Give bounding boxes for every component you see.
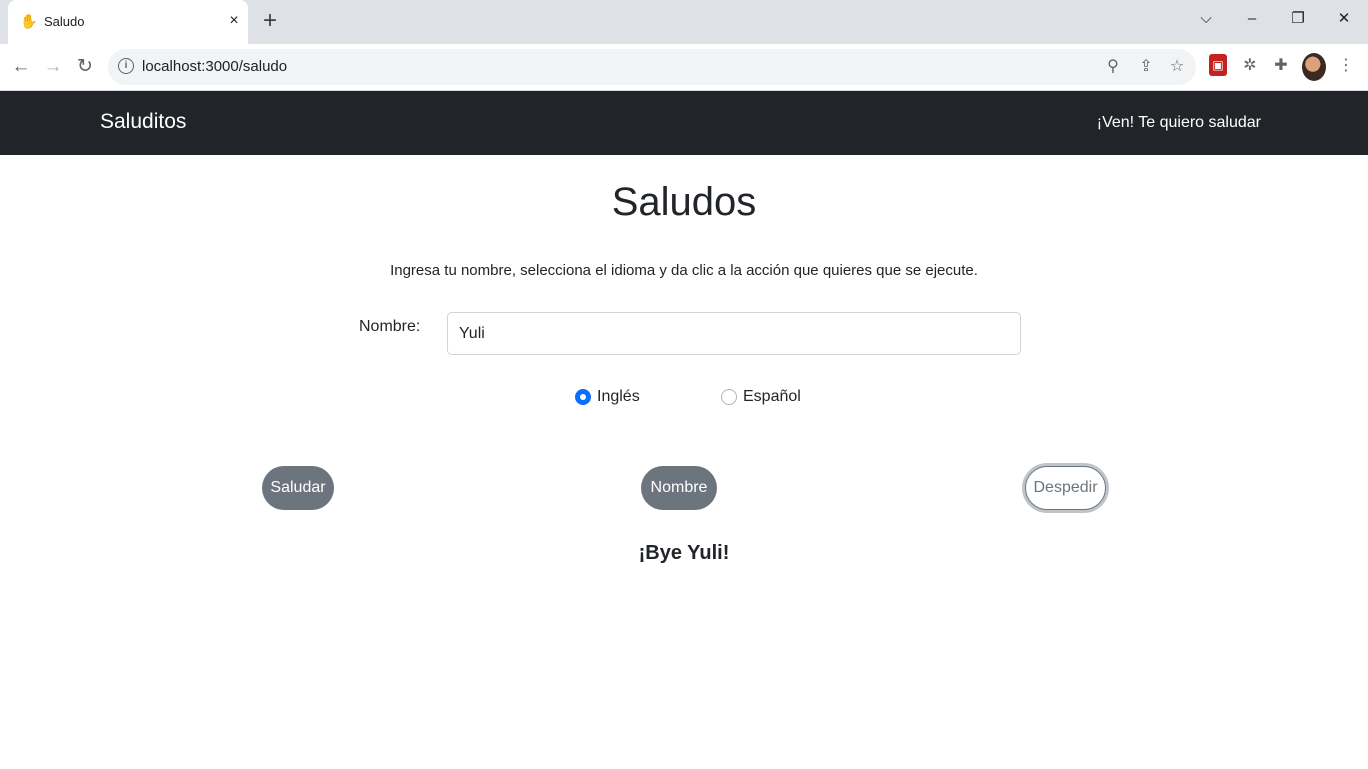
navbar-brand[interactable]: Saluditos: [100, 110, 186, 134]
address-bar[interactable]: i localhost:3000/saludo ⚲ ⇪ ☆: [108, 49, 1196, 85]
browser-toolbar: ← → ↻ i localhost:3000/saludo ⚲ ⇪ ☆ ▣ ✲ …: [0, 44, 1368, 91]
page-title: Saludos: [611, 180, 757, 224]
radio-ingles[interactable]: [575, 389, 591, 405]
new-tab-button[interactable]: +: [258, 9, 282, 33]
reload-icon[interactable]: ↻: [72, 54, 98, 80]
bug-icon[interactable]: ✲: [1238, 54, 1262, 78]
greet-button[interactable]: Saludar: [262, 466, 334, 510]
navbar: Saluditos ¡Ven! Te quiero saludar: [0, 91, 1368, 155]
farewell-button[interactable]: Despedir: [1025, 466, 1106, 510]
extension-red-icon[interactable]: ▣: [1209, 54, 1227, 76]
name-label: Nombre:: [359, 318, 421, 335]
menu-icon[interactable]: ⋮: [1334, 54, 1358, 78]
browser-tab[interactable]: ✋ Saludo ×: [8, 0, 248, 44]
name-input[interactable]: [447, 312, 1021, 355]
forward-icon[interactable]: →: [40, 54, 66, 80]
zoom-icon[interactable]: ⚲: [1102, 56, 1124, 78]
radio-label-ingles[interactable]: Inglés: [597, 388, 640, 406]
url-text[interactable]: localhost:3000/saludo: [142, 58, 287, 75]
avatar[interactable]: [1302, 53, 1326, 81]
radio-espanol[interactable]: [721, 389, 737, 405]
star-icon[interactable]: ☆: [1166, 56, 1188, 78]
minimize-button[interactable]: –: [1239, 8, 1265, 30]
radio-label-espanol[interactable]: Español: [743, 388, 801, 406]
puzzle-icon[interactable]: ✚: [1269, 54, 1293, 78]
result-message: ¡Bye Yuli!: [638, 542, 730, 564]
tab-strip: ✋ Saludo × + ⌵ – ❐ ✕: [0, 0, 1368, 44]
name-button[interactable]: Nombre: [641, 466, 717, 510]
wave-hand-icon: ✋: [20, 13, 38, 29]
info-icon[interactable]: i: [118, 58, 134, 74]
tab-title: Saludo: [44, 14, 85, 29]
back-icon[interactable]: ←: [8, 54, 34, 80]
share-icon[interactable]: ⇪: [1135, 56, 1157, 78]
tab-search-icon[interactable]: ⌵: [1193, 8, 1219, 30]
close-tab-icon[interactable]: ×: [224, 11, 244, 31]
nav-link-saludar[interactable]: ¡Ven! Te quiero saludar: [1097, 114, 1261, 132]
window-close-button[interactable]: ✕: [1331, 8, 1357, 30]
restore-button[interactable]: ❐: [1285, 8, 1311, 30]
instructions-text: Ingresa tu nombre, selecciona el idioma …: [390, 262, 978, 279]
